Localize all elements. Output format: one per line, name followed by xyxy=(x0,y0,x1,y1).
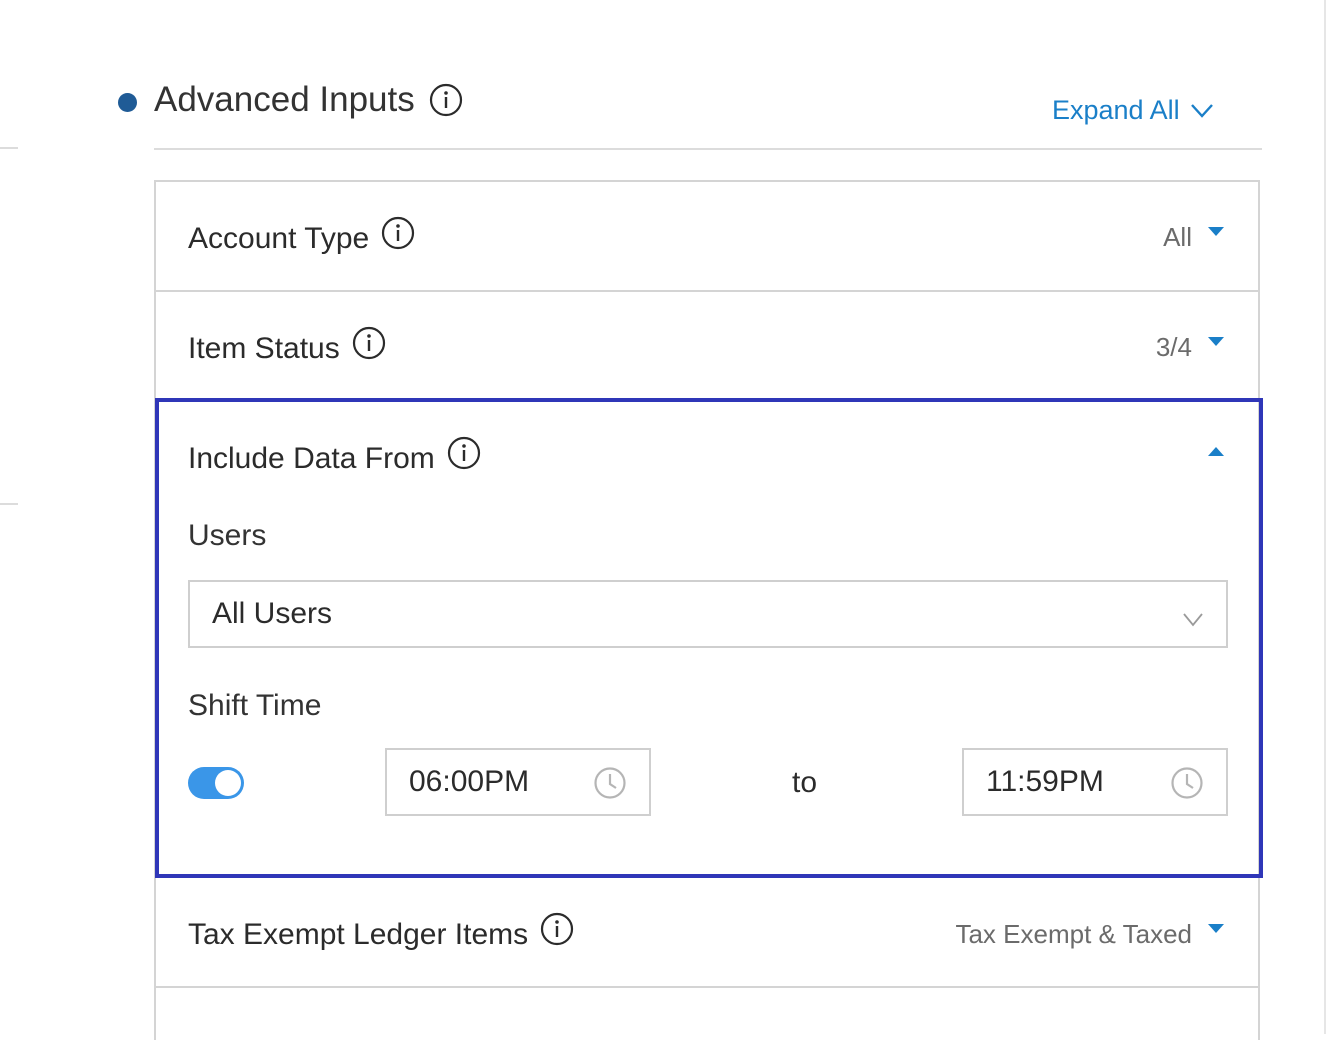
section-divider xyxy=(154,148,1262,150)
expand-all-label: Expand All xyxy=(1052,94,1180,125)
info-icon[interactable] xyxy=(429,83,463,122)
info-icon[interactable] xyxy=(447,436,481,481)
row-divider xyxy=(156,986,1260,988)
right-divider xyxy=(1324,0,1326,1034)
end-time-value: 11:59PM xyxy=(986,765,1104,798)
shift-time-label: Shift Time xyxy=(188,689,322,722)
info-icon[interactable] xyxy=(352,326,386,371)
start-time-value: 06:00PM xyxy=(409,765,530,798)
caret-down-icon[interactable] xyxy=(1208,924,1224,933)
left-divider-top xyxy=(0,147,18,149)
item-status-value: 3/4 xyxy=(1155,332,1192,362)
include-data-from-header[interactable]: Include Data From xyxy=(156,402,1260,502)
caret-down-icon[interactable] xyxy=(1208,227,1224,236)
chevron-down-icon xyxy=(1190,95,1214,126)
section-bullet xyxy=(118,93,137,112)
start-time-input[interactable]: 06:00PM xyxy=(385,748,651,816)
clock-icon[interactable] xyxy=(1170,766,1204,808)
account-type-row[interactable]: Account Type All xyxy=(156,182,1260,290)
caret-down-icon[interactable] xyxy=(1208,337,1224,346)
caret-up-icon[interactable] xyxy=(1208,447,1224,456)
info-icon[interactable] xyxy=(540,912,574,957)
clock-icon[interactable] xyxy=(593,766,627,808)
chevron-down-icon xyxy=(1182,604,1204,638)
tax-exempt-row[interactable]: Tax Exempt Ledger Items Tax Exempt & Tax… xyxy=(156,880,1260,986)
users-label: Users xyxy=(188,519,267,552)
to-label: to xyxy=(792,766,818,799)
tax-exempt-value: Tax Exempt & Taxed xyxy=(955,919,1192,949)
left-divider-bottom xyxy=(0,503,18,505)
toggle-knob xyxy=(215,770,241,796)
end-time-input[interactable]: 11:59PM xyxy=(962,748,1228,816)
item-status-row[interactable]: Item Status 3/4 xyxy=(156,292,1260,398)
info-icon[interactable] xyxy=(381,216,415,261)
users-select[interactable]: All Users xyxy=(188,580,1228,648)
expand-all-button[interactable]: Expand All xyxy=(1052,92,1214,128)
include-data-from-label: Include Data From xyxy=(188,441,435,475)
account-type-label: Account Type xyxy=(188,221,370,255)
shift-time-toggle[interactable] xyxy=(188,767,244,799)
account-type-value: All xyxy=(1163,222,1192,252)
section-title: Advanced Inputs xyxy=(154,80,415,119)
item-status-label: Item Status xyxy=(188,331,340,365)
users-select-value: All Users xyxy=(212,597,333,630)
tax-exempt-label: Tax Exempt Ledger Items xyxy=(188,917,529,951)
